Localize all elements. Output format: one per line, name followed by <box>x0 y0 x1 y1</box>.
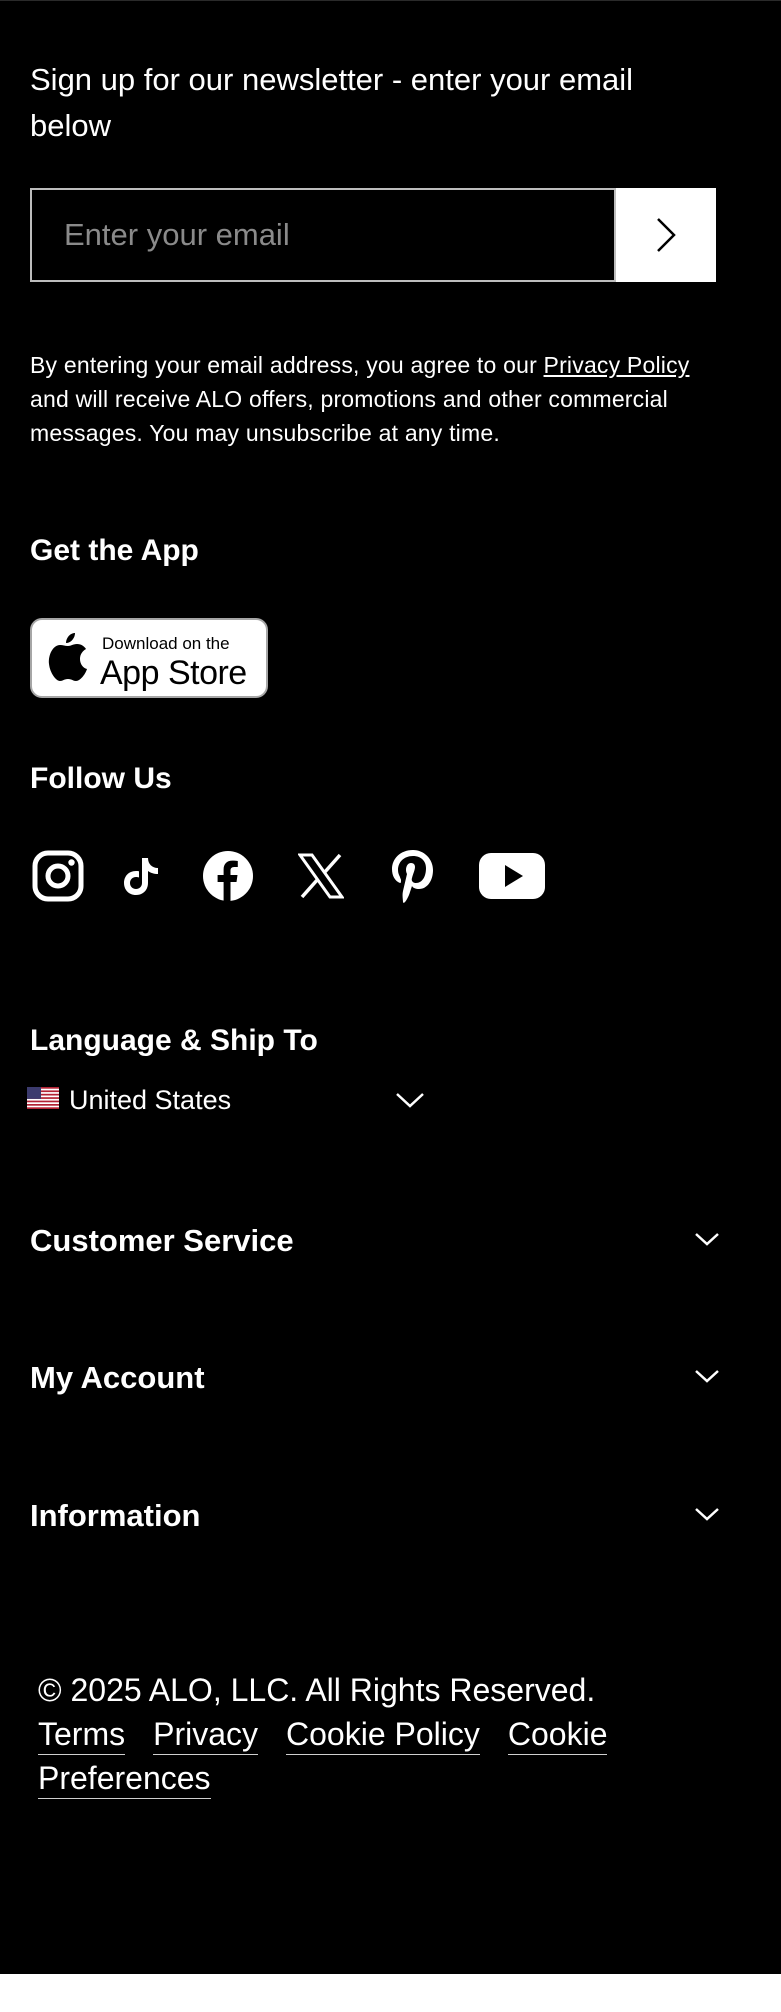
chevron-down-icon <box>695 1508 719 1521</box>
legal-text-end: and will receive ALO offers, promotions … <box>30 386 668 446</box>
accordion-information[interactable]: Information <box>30 1486 720 1546</box>
us-flag-icon <box>27 1087 59 1109</box>
legal-links: Terms Privacy Cookie Policy Cookie Preferen… <box>38 1712 678 1800</box>
copyright-text: © 2025 ALO, LLC. All Rights Reserved. <box>38 1672 596 1708</box>
app-store-badge-small-text: Download on the <box>102 634 230 653</box>
cookie-policy-link[interactable]: Cookie Policy <box>286 1716 480 1755</box>
privacy-policy-link[interactable]: Privacy Policy <box>544 352 690 378</box>
legal-text-start: By entering your email address, you agre… <box>30 352 544 378</box>
accordion-label: My Account <box>30 1360 205 1395</box>
accordion-customer-service[interactable]: Customer Service <box>30 1211 720 1271</box>
facebook-icon[interactable] <box>200 846 256 906</box>
follow-us-heading: Follow Us <box>30 762 172 795</box>
chevron-down-icon <box>695 1370 719 1383</box>
terms-link[interactable]: Terms <box>38 1716 126 1755</box>
chevron-right-icon <box>657 218 676 252</box>
x-icon[interactable] <box>296 846 346 906</box>
privacy-link[interactable]: Privacy <box>153 1716 259 1755</box>
email-input[interactable] <box>32 190 614 280</box>
accordion-label: Customer Service <box>30 1223 294 1258</box>
country-selector[interactable]: United States <box>27 1083 427 1123</box>
email-submit-button[interactable] <box>616 188 716 282</box>
apple-icon <box>48 633 87 681</box>
country-label: United States <box>69 1085 232 1115</box>
youtube-icon[interactable] <box>478 846 546 906</box>
email-field-wrapper <box>30 188 616 282</box>
tiktok-icon[interactable] <box>118 846 164 906</box>
accordion-label: Information <box>30 1498 201 1533</box>
pinterest-icon[interactable] <box>386 846 440 906</box>
app-store-badge[interactable]: Download on the App Store <box>30 618 268 698</box>
instagram-icon[interactable] <box>30 846 86 906</box>
copyright-block: © 2025 ALO, LLC. All Rights Reserved. Te… <box>38 1668 678 1800</box>
get-app-heading: Get the App <box>30 534 199 567</box>
chevron-down-icon <box>695 1233 719 1246</box>
newsletter-prompt: Sign up for our newsletter - enter your … <box>30 62 634 143</box>
site-footer: Sign up for our newsletter - enter your … <box>0 0 781 1974</box>
language-ship-heading: Language & Ship To <box>30 1024 318 1057</box>
chevron-down-icon <box>396 1093 424 1108</box>
newsletter-legal-text: By entering your email address, you agre… <box>30 348 730 450</box>
app-store-badge-big-text: App Store <box>100 654 247 692</box>
accordion-my-account[interactable]: My Account <box>30 1348 720 1408</box>
